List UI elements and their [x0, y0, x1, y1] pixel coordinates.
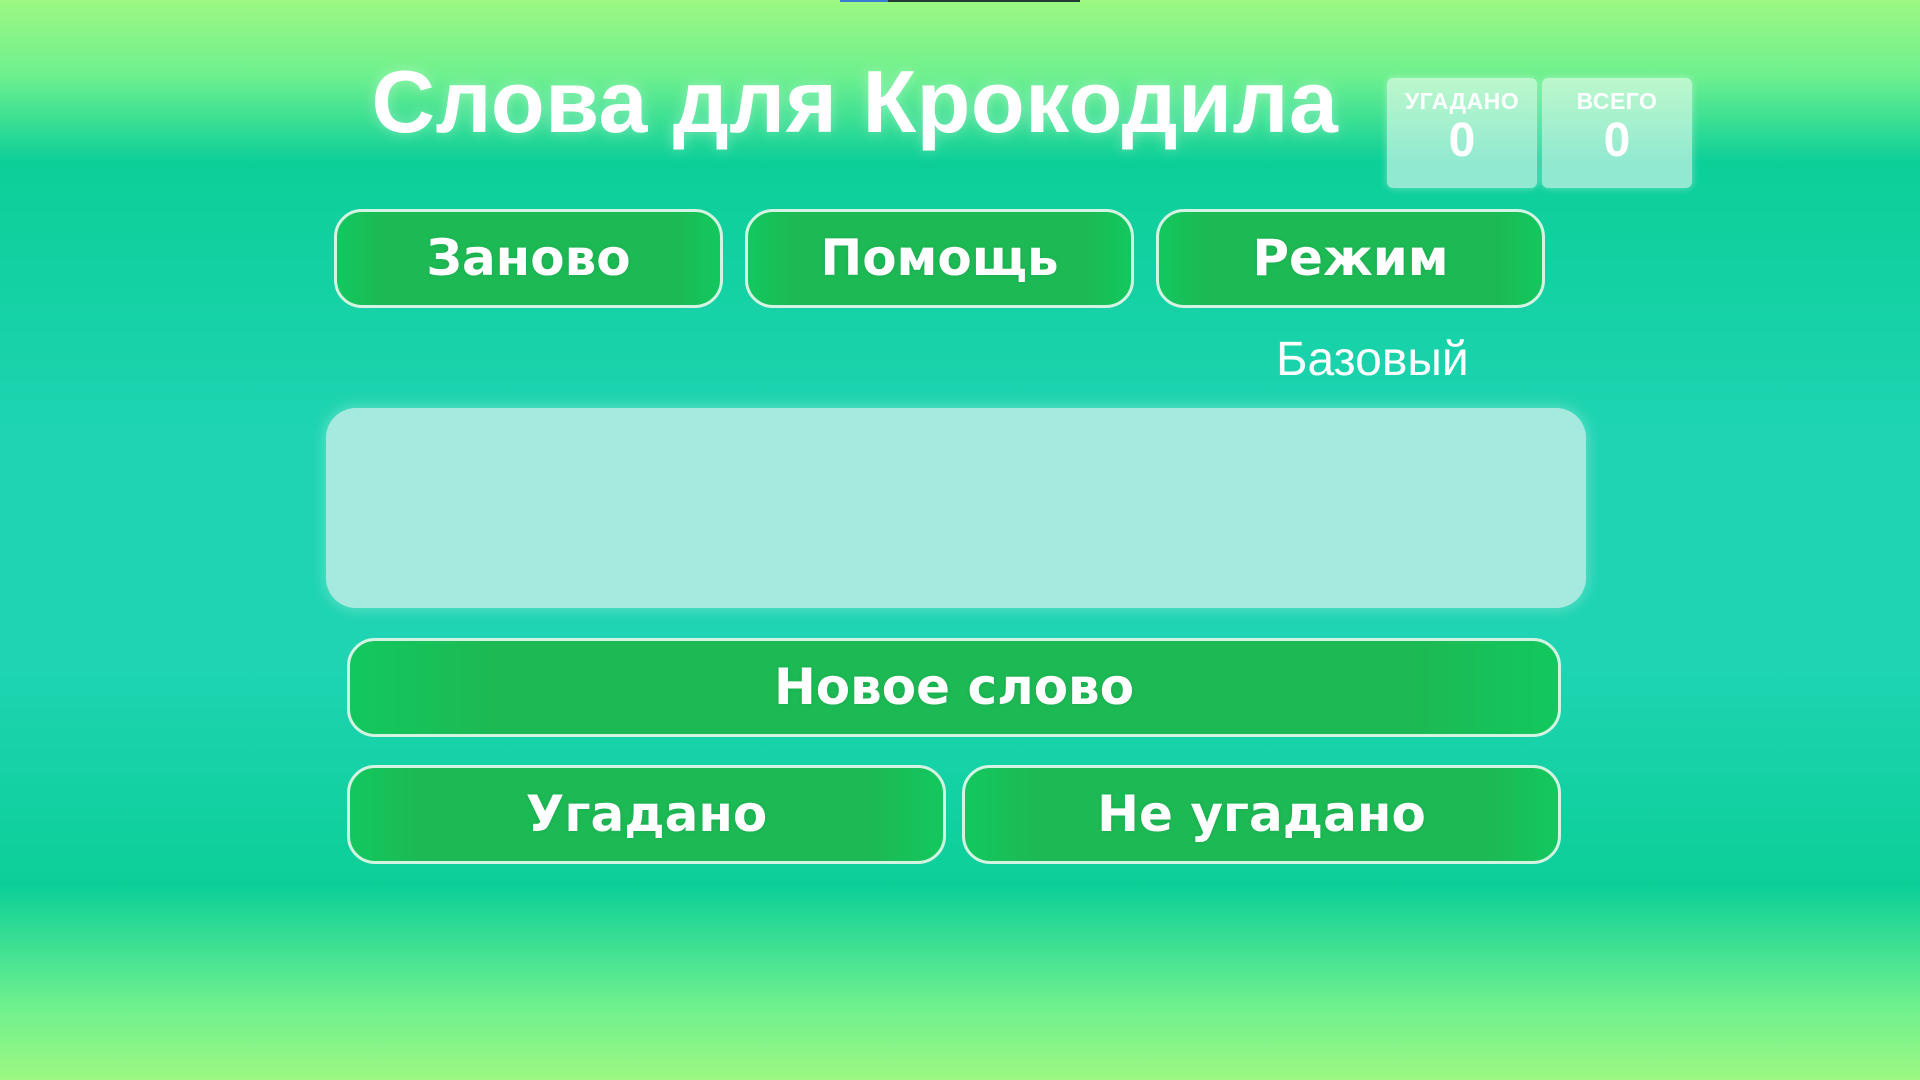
mode-button[interactable]: Режим	[1156, 209, 1545, 308]
current-mode-label: Базовый	[1276, 333, 1469, 386]
guessed-button[interactable]: Угадано	[347, 765, 946, 864]
guessed-score-box: УГАДАНО 0	[1387, 78, 1537, 188]
restart-button[interactable]: Заново	[334, 209, 723, 308]
total-score-label: ВСЕГО	[1576, 88, 1658, 114]
guessed-score-label: УГАДАНО	[1404, 88, 1520, 114]
total-score-box: ВСЕГО 0	[1542, 78, 1692, 188]
total-score-value: 0	[1603, 114, 1631, 167]
word-display	[326, 408, 1586, 608]
page-title: Слова для Крокодила	[371, 52, 1339, 151]
new-word-button[interactable]: Новое слово	[347, 638, 1561, 737]
not-guessed-button[interactable]: Не угадано	[962, 765, 1561, 864]
guessed-score-value: 0	[1448, 114, 1476, 167]
help-button[interactable]: Помощь	[745, 209, 1134, 308]
top-strip	[840, 0, 1080, 2]
